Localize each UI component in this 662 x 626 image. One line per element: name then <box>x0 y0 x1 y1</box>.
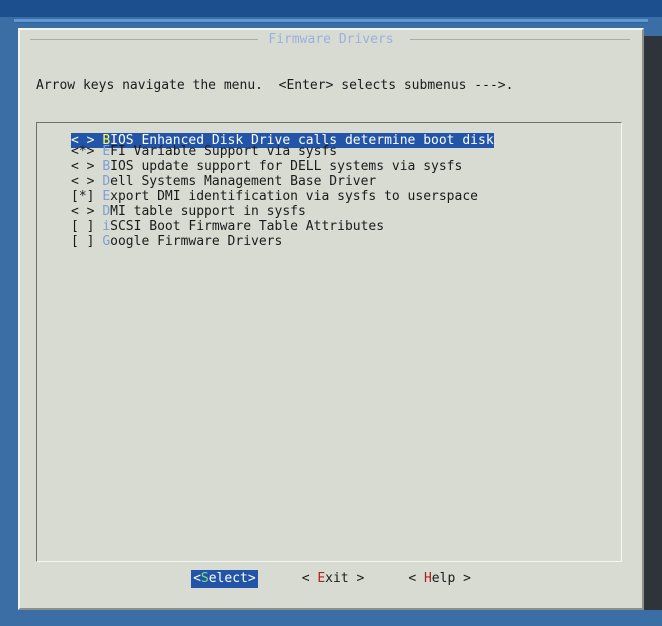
menu-item-state-marker: [*] <box>71 189 103 204</box>
menu-item-hotkey: G <box>102 234 111 249</box>
menu-item-state-marker: [ ] <box>71 219 103 234</box>
menu-item-row[interactable]: < > BIOS Enhanced Disk Drive calls deter… <box>37 129 621 148</box>
button-prefix: < <box>301 571 318 586</box>
menu-item-hotkey: B <box>102 159 111 174</box>
menu-item-3[interactable]: < > Dell Systems Management Base Driver <box>37 174 621 189</box>
button-prefix: < <box>408 571 424 586</box>
menu-item-label: IOS update support for DELL systems via … <box>110 159 463 174</box>
titlebar-underline-shadow <box>14 22 648 23</box>
menu-listbox[interactable]: < > BIOS Enhanced Disk Drive calls deter… <box>36 122 622 562</box>
menu-item-row[interactable]: [ ] iSCSI Boot Firmware Table Attributes <box>37 219 621 234</box>
menu-item-label: MI table support in sysfs <box>110 204 306 219</box>
menu-item-row[interactable]: <*> EFI Variable Support via sysfs <box>37 144 621 159</box>
select-button[interactable]: <Select> <box>191 570 258 588</box>
help-line-1: Arrow keys navigate the menu. <Enter> se… <box>36 78 514 93</box>
menu-item-label: xport DMI identification via sysfs to us… <box>110 189 478 204</box>
menu-item-hotkey: D <box>102 174 111 189</box>
terminal-screen: .config - Linux/x86 3.6.11-gentoo Kernel… <box>0 0 662 626</box>
menu-item-label: SCSI Boot Firmware Table Attributes <box>110 219 385 234</box>
button-label: elp > <box>431 571 471 586</box>
menu-item-row[interactable]: < > BIOS update support for DELL systems… <box>37 159 621 174</box>
menuconfig-dialog: Firmware Drivers Arrow keys navigate the… <box>18 28 644 610</box>
help-button[interactable]: < Help > <box>408 570 471 588</box>
menu-item-row[interactable]: [*] Export DMI identification via sysfs … <box>37 189 621 204</box>
exit-button[interactable]: < Exit > <box>302 570 365 588</box>
menu-item-state-marker: < > <box>71 159 103 174</box>
menu-item-6[interactable]: [ ] iSCSI Boot Firmware Table Attributes <box>37 219 621 234</box>
button-label: xit > <box>325 571 365 586</box>
menu-item-2[interactable]: < > BIOS update support for DELL systems… <box>37 159 621 174</box>
button-label: elect> <box>208 571 256 586</box>
button-hotkey: S <box>200 571 209 586</box>
menu-item-state-marker: <*> <box>71 144 103 159</box>
menu-item-1[interactable]: <*> EFI Variable Support via sysfs <box>37 144 621 159</box>
menu-item-state-marker: < > <box>71 204 103 219</box>
button-hotkey: E <box>317 571 326 586</box>
desktop-bottom-strip <box>0 610 662 626</box>
menu-item-hotkey: E <box>102 144 111 159</box>
menu-item-label: oogle Firmware Drivers <box>110 234 283 249</box>
menu-item-hotkey: E <box>102 189 111 204</box>
menu-list: < > BIOS Enhanced Disk Drive calls deter… <box>37 123 621 561</box>
menu-item-4[interactable]: [*] Export DMI identification via sysfs … <box>37 189 621 204</box>
menu-item-5[interactable]: < > DMI table support in sysfs <box>37 204 621 219</box>
menu-item-row[interactable]: [ ] Google Firmware Drivers <box>37 234 621 249</box>
menu-item-row[interactable]: < > Dell Systems Management Base Driver <box>37 174 621 189</box>
dialog-caption: Firmware Drivers <box>268 32 394 47</box>
menu-item-state-marker: [ ] <box>71 234 103 249</box>
menu-item-7[interactable]: [ ] Google Firmware Drivers <box>37 234 621 249</box>
menu-item-state-marker: < > <box>71 174 103 189</box>
button-hotkey: H <box>423 571 432 586</box>
window-titlebar: .config - Linux/x86 3.6.11-gentoo Kernel… <box>0 0 662 17</box>
dialog-button-bar: <Select> < Exit > < Help > <box>20 570 642 588</box>
button-prefix: < <box>193 571 201 586</box>
menu-item-label: FI Variable Support via sysfs <box>110 144 338 159</box>
menu-item-hotkey: D <box>102 204 111 219</box>
menu-item-row[interactable]: < > DMI table support in sysfs <box>37 204 621 219</box>
menu-item-hotkey: i <box>102 219 111 234</box>
menu-item-label: ell Systems Management Base Driver <box>110 174 377 189</box>
